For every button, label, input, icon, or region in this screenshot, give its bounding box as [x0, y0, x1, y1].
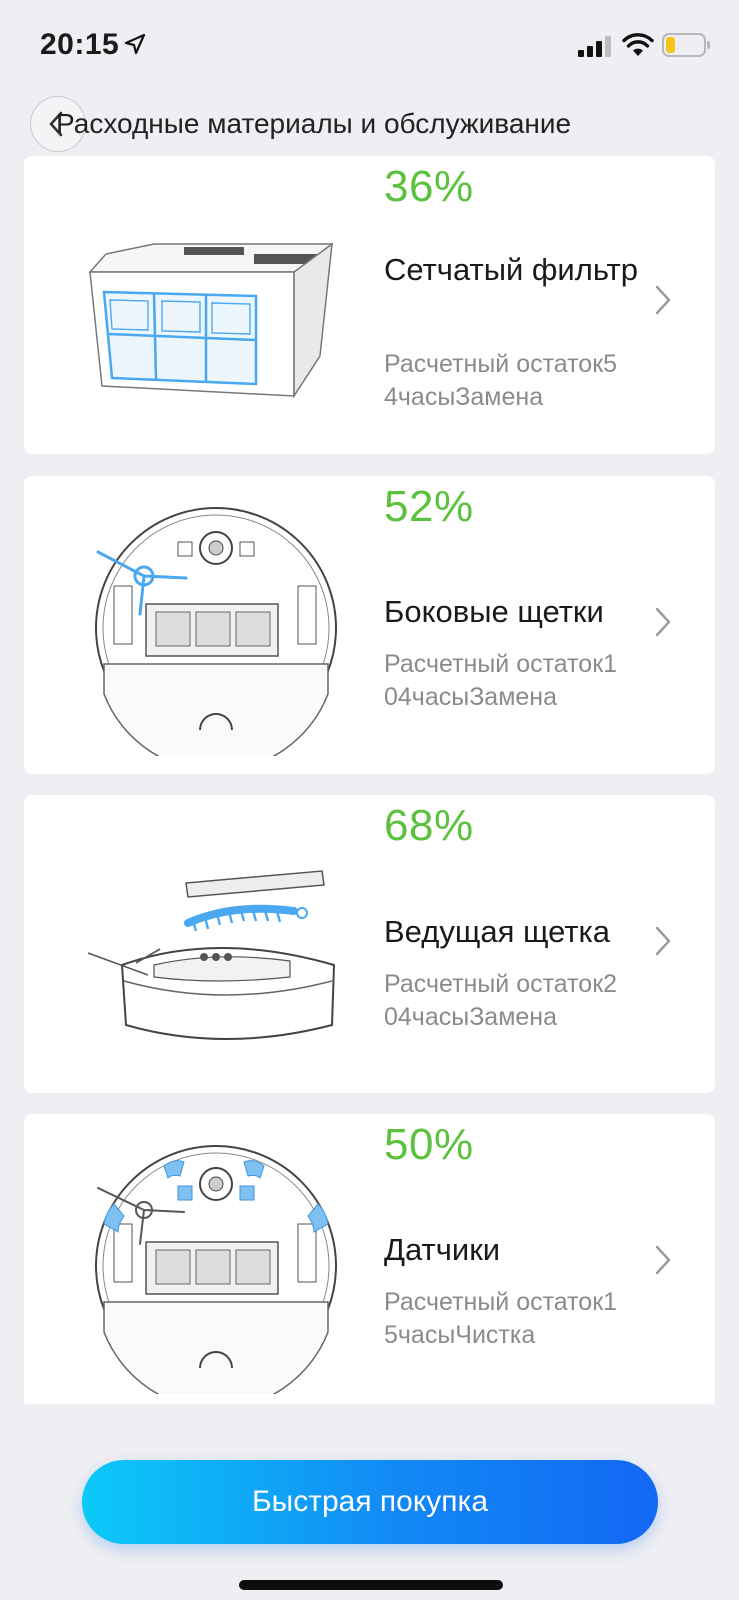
status-time: 20:15: [40, 28, 120, 61]
location-arrow-icon: [124, 33, 146, 55]
home-indicator[interactable]: [239, 1580, 503, 1590]
remaining-percent: 50%: [384, 1120, 474, 1169]
main-brush-illustration: [87, 870, 336, 1040]
filter-illustration: [88, 242, 334, 399]
consumable-name: Датчики: [384, 1232, 501, 1267]
wifi-icon: [622, 33, 654, 56]
consumable-name: Боковые щетки: [384, 594, 604, 629]
nav-header: Расходные материалы и обслуживание: [0, 92, 739, 158]
battery-low-icon: [662, 33, 710, 57]
consumable-remaining-text: Расчетный остаток204часыЗамена: [384, 970, 618, 1031]
chevron-right-icon: [655, 607, 671, 637]
consumable-name: Ведущая щетка: [384, 914, 611, 949]
status-bar: 20:15: [0, 0, 739, 92]
remaining-percent: 36%: [384, 162, 474, 211]
side-brush-illustration: [95, 507, 337, 756]
quick-buy-button[interactable]: Быстрая покупка: [82, 1460, 658, 1544]
consumable-card-sensors[interactable]: 50% Датчики Расчетный остаток15часыЧистк…: [24, 1114, 715, 1404]
chevron-right-icon: [655, 1245, 671, 1275]
chevron-right-icon: [655, 926, 671, 956]
remaining-percent: 52%: [384, 482, 474, 531]
chevron-right-icon: [655, 285, 671, 315]
consumable-remaining-text: Расчетный остаток54часыЗамена: [384, 350, 618, 411]
consumable-remaining-text: Расчетный остаток104часыЗамена: [384, 650, 618, 711]
consumable-card-filter[interactable]: 36% Сетчатый фильтр Расчетный остаток54ч…: [24, 156, 715, 454]
consumables-list: 36% Сетчатый фильтр Расчетный остаток54ч…: [24, 156, 715, 1404]
consumable-card-side-brush[interactable]: 52% Боковые щетки Расчетный остаток104ча…: [24, 476, 715, 774]
consumable-card-main-brush[interactable]: 68% Ведущая щетка Расчетный остаток204ча…: [24, 795, 715, 1093]
remaining-percent: 68%: [384, 801, 474, 850]
consumable-name: Сетчатый фильтр: [384, 252, 638, 287]
sensors-illustration: [95, 1145, 337, 1394]
page-title: Расходные материалы и обслуживание: [56, 108, 572, 139]
bottom-bar: Быстрая покупка: [0, 1404, 739, 1600]
consumable-remaining-text: Расчетный остаток15часыЧистка: [384, 1288, 618, 1349]
cellular-signal-icon: [578, 36, 611, 57]
